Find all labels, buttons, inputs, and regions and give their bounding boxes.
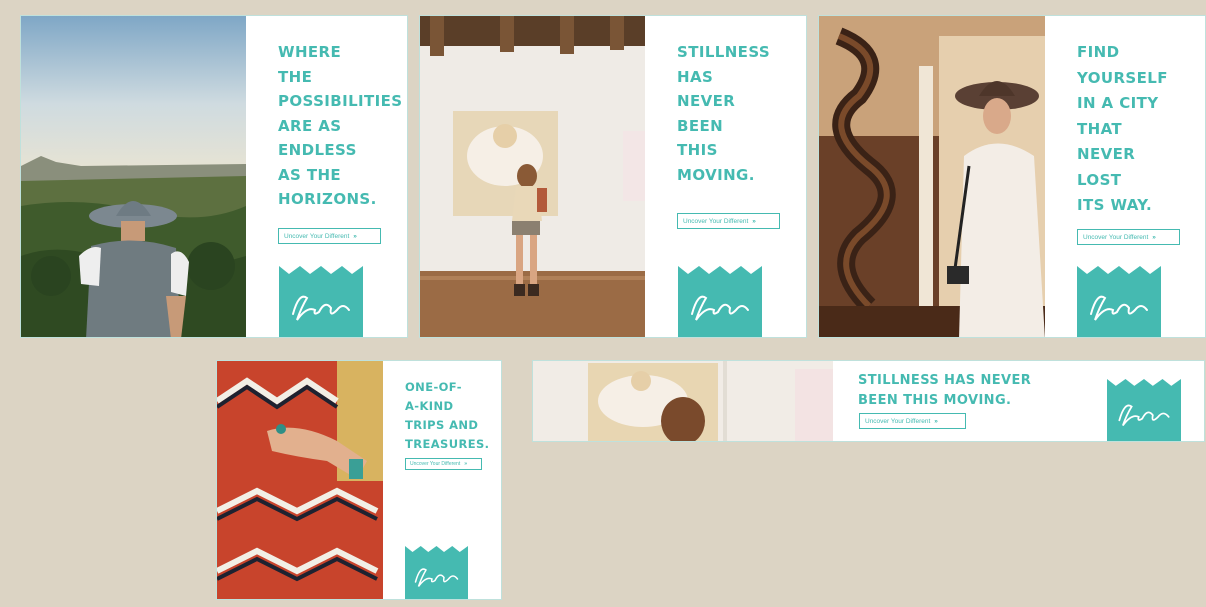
chevron-double-right-icon: » [464, 461, 467, 467]
ad-treasures[interactable]: ONE-OF- A-KIND TRIPS AND TREASURES. Unco… [216, 360, 502, 600]
headline-city: FIND YOURSELF IN A CITY THAT NEVER LOST … [1077, 43, 1168, 214]
headline-leaderboard: STILLNESS HAS NEVER BEEN THIS MOVING. [858, 373, 1032, 408]
cta-button-leaderboard[interactable]: Uncover Your Different » [859, 413, 966, 429]
santa-fe-logo-icon[interactable] [405, 546, 468, 599]
cta-label: Uncover Your Different [1083, 233, 1149, 241]
cta-label: Uncover Your Different [683, 217, 749, 225]
headline-horizons: WHERE THE POSSIBILITIES ARE AS ENDLESS A… [278, 43, 403, 208]
santa-fe-logo-icon[interactable] [1077, 266, 1161, 337]
chevron-double-right-icon: » [934, 417, 938, 425]
santa-fe-logo-icon[interactable] [279, 266, 363, 337]
chevron-double-right-icon: » [1152, 233, 1156, 241]
photo-chapel-traveler [819, 16, 1045, 337]
cta-label: Uncover Your Different [410, 461, 461, 467]
cta-button-treasures[interactable]: Uncover Your Different » [405, 458, 482, 470]
photo-gallery-visitor [420, 16, 645, 337]
panel-gallery: STILLNESS HAS NEVER BEEN THIS MOVING. Un… [645, 16, 806, 337]
cta-label: Uncover Your Different [865, 417, 931, 425]
cta-button-city[interactable]: Uncover Your Different » [1077, 229, 1180, 245]
photo-woven-blanket [217, 361, 383, 599]
chevron-double-right-icon: » [353, 232, 357, 240]
ad-city[interactable]: FIND YOURSELF IN A CITY THAT NEVER LOST … [818, 15, 1206, 338]
ad-horizons[interactable]: WHERE THE POSSIBILITIES ARE AS ENDLESS A… [20, 15, 408, 338]
ad-leaderboard[interactable]: STILLNESS HAS NEVER BEEN THIS MOVING. Un… [532, 360, 1205, 442]
panel-leaderboard: STILLNESS HAS NEVER BEEN THIS MOVING. Un… [833, 361, 1204, 441]
panel-treasures: ONE-OF- A-KIND TRIPS AND TREASURES. Unco… [383, 361, 501, 599]
headline-treasures: ONE-OF- A-KIND TRIPS AND TREASURES. [405, 380, 490, 451]
photo-gallery-wide [533, 361, 833, 441]
santa-fe-logo-icon[interactable] [678, 266, 762, 337]
photo-mountain-view [21, 16, 246, 337]
headline-gallery: STILLNESS HAS NEVER BEEN THIS MOVING. [677, 43, 771, 184]
ad-gallery[interactable]: STILLNESS HAS NEVER BEEN THIS MOVING. Un… [419, 15, 807, 338]
cta-button-horizons[interactable]: Uncover Your Different » [278, 228, 381, 244]
cta-label: Uncover Your Different [284, 232, 350, 240]
santa-fe-logo-icon[interactable] [1107, 379, 1181, 441]
panel-city: FIND YOURSELF IN A CITY THAT NEVER LOST … [1045, 16, 1205, 337]
cta-button-gallery[interactable]: Uncover Your Different » [677, 213, 780, 229]
panel-horizons: WHERE THE POSSIBILITIES ARE AS ENDLESS A… [246, 16, 407, 337]
chevron-double-right-icon: » [752, 217, 756, 225]
